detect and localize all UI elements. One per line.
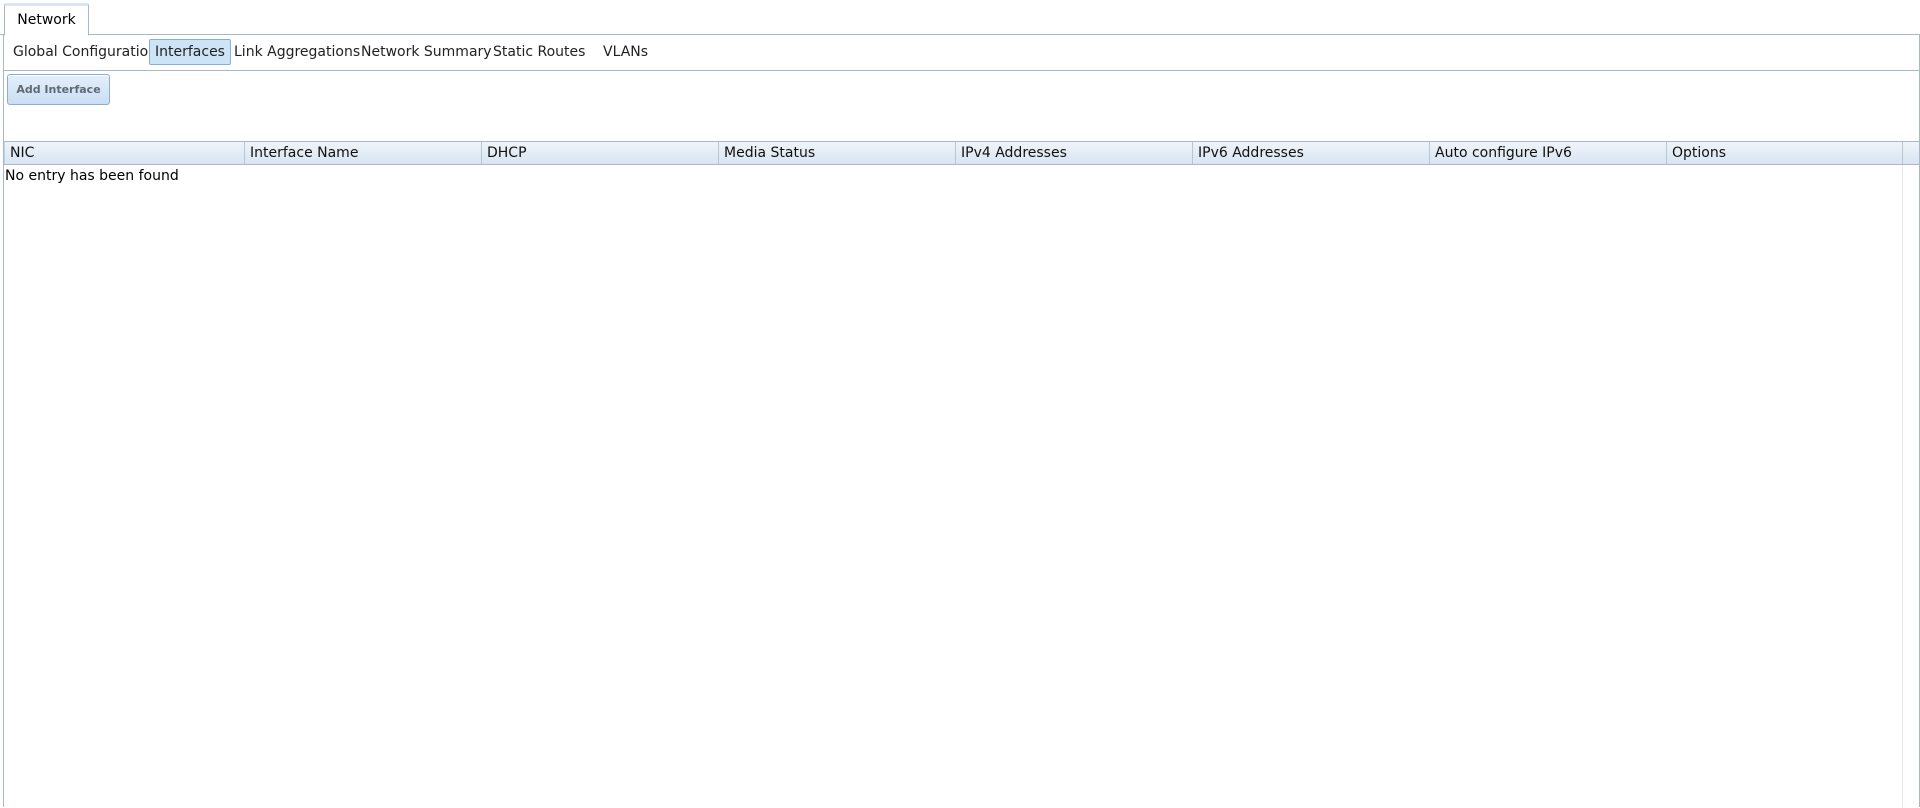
tab-static-routes[interactable]: Static Routes	[487, 39, 591, 65]
column-header-ipv6-addresses[interactable]: IPv6 Addresses	[1192, 142, 1429, 164]
network-panel: Global Configuration Interfaces Link Agg…	[3, 35, 1920, 808]
column-header-dhcp[interactable]: DHCP	[481, 142, 718, 164]
column-header-interface-name[interactable]: Interface Name	[244, 142, 481, 164]
column-header-auto-configure-ipv6[interactable]: Auto configure IPv6	[1429, 142, 1666, 164]
sub-tab-bar: Global Configuration Interfaces Link Agg…	[4, 35, 1919, 71]
column-header-options[interactable]: Options	[1666, 142, 1902, 164]
tab-interfaces[interactable]: Interfaces	[149, 39, 231, 65]
empty-grid-message: No entry has been found	[5, 168, 179, 184]
tab-link-aggregations[interactable]: Link Aggregations	[228, 39, 366, 65]
interfaces-grid: NIC Interface Name DHCP Media Status IPv…	[4, 141, 1919, 808]
tab-global-configuration[interactable]: Global Configuration	[7, 39, 163, 65]
add-interface-button[interactable]: Add Interface	[7, 74, 110, 105]
tab-network-summary[interactable]: Network Summary	[355, 39, 498, 65]
grid-scrollbar[interactable]	[1902, 165, 1919, 808]
tab-vlans[interactable]: VLANs	[597, 39, 654, 65]
column-header-ipv4-addresses[interactable]: IPv4 Addresses	[955, 142, 1192, 164]
top-tab-bar: Network	[0, 0, 1920, 36]
column-header-nic[interactable]: NIC	[4, 142, 244, 164]
column-header-scroll-spacer	[1902, 142, 1919, 164]
tab-network[interactable]: Network	[4, 3, 89, 36]
grid-header: NIC Interface Name DHCP Media Status IPv…	[4, 142, 1919, 165]
column-header-media-status[interactable]: Media Status	[718, 142, 955, 164]
